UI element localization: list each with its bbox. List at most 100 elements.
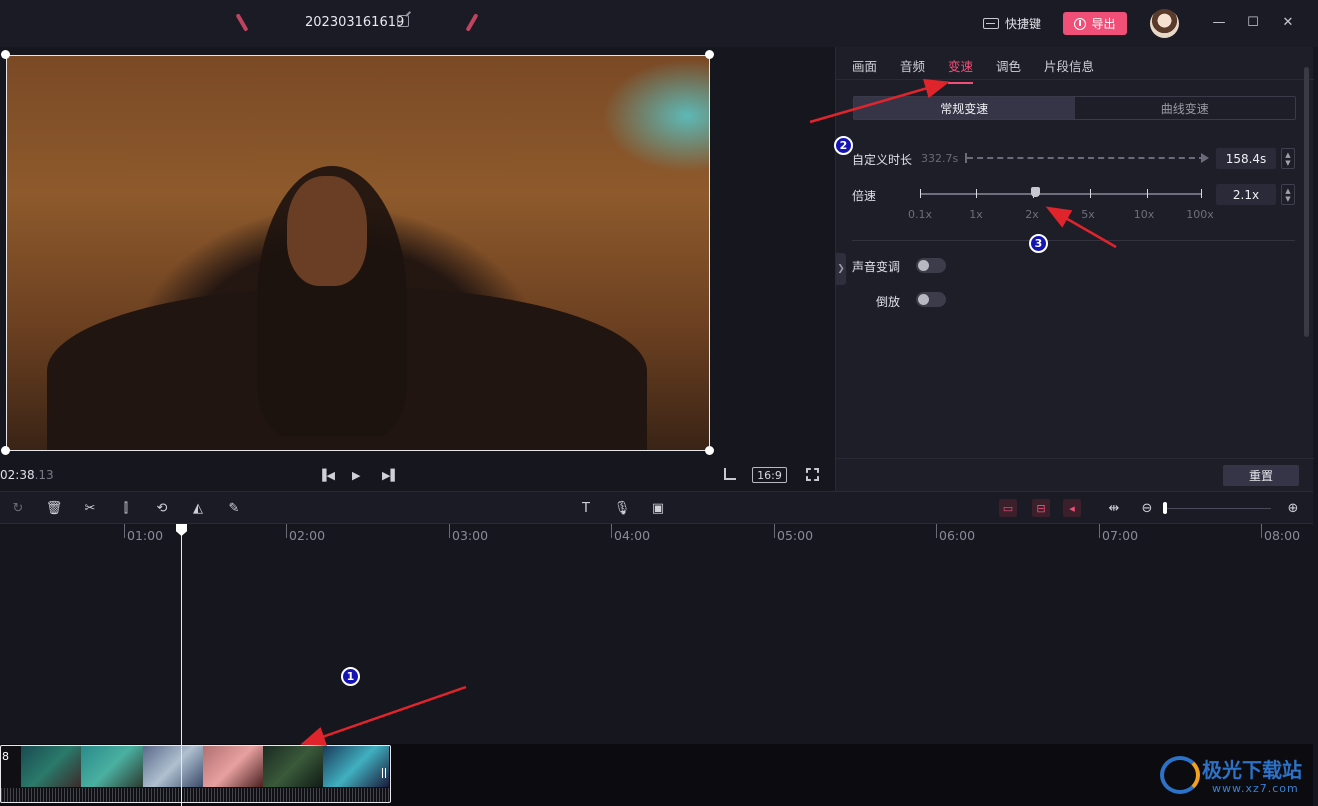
ruler-tick (124, 524, 125, 538)
normal-speed-button[interactable]: 常规变速 (854, 97, 1075, 119)
time-ruler[interactable]: 01:00 02:00 03:00 04:00 05:00 06:00 07:0… (0, 524, 1313, 544)
playhead-line[interactable] (181, 524, 182, 806)
section-divider (852, 240, 1295, 241)
clip-thumbnail (81, 746, 143, 787)
reverse-label: 倒放 (876, 295, 901, 309)
ruler-label: 03:00 (452, 528, 489, 543)
clip-end-handle[interactable] (382, 768, 386, 778)
pitch-label: 声音变调 (852, 260, 901, 274)
resize-handle-top-left[interactable] (1, 50, 10, 59)
speed-slider-thumb[interactable] (1031, 187, 1040, 197)
resize-handle-bottom-right[interactable] (705, 446, 714, 455)
text-recognition-icon[interactable]: T (577, 499, 595, 517)
split-icon[interactable]: ⫿ (117, 499, 135, 517)
fullscreen-icon[interactable] (806, 468, 819, 481)
mirror-icon[interactable]: ◭ (189, 499, 207, 517)
duration-arrow (965, 153, 1209, 163)
avatar[interactable] (1150, 9, 1179, 38)
tab-speed[interactable]: 变速 (948, 56, 974, 84)
tab-clip-info[interactable]: 片段信息 (1044, 56, 1094, 75)
speed-tick-label: 0.1x (907, 208, 933, 221)
curve-speed-button[interactable]: 曲线变速 (1075, 97, 1296, 119)
project-title[interactable]: 202303161619 (305, 15, 404, 30)
speed-input[interactable]: 2.1x (1216, 184, 1276, 205)
shortcut-button[interactable]: 快捷键 (983, 14, 1041, 32)
pitch-toggle[interactable] (916, 258, 946, 273)
clip-thumbnail (323, 746, 389, 787)
zoom-in-icon[interactable]: ⊕ (1284, 499, 1302, 517)
scissors-icon[interactable]: ✂ (81, 499, 99, 517)
timecode: 02:38.13 (0, 468, 54, 482)
zoom-slider-track[interactable] (1165, 508, 1271, 509)
tab-color[interactable]: 调色 (996, 56, 1021, 75)
tab-picture[interactable]: 画面 (852, 56, 877, 75)
freeze-frame-icon[interactable]: ⟲ (153, 499, 171, 517)
auto-snap-icon[interactable]: ⊟ (1032, 499, 1050, 517)
keyboard-icon (983, 17, 999, 29)
reset-button[interactable]: 重置 (1223, 465, 1299, 486)
preview-axis-icon[interactable]: ⇹ (1105, 499, 1123, 517)
export-button[interactable]: 导出 (1063, 12, 1127, 35)
microphone-icon[interactable]: 🎙 (613, 499, 631, 517)
zoom-slider-thumb[interactable] (1163, 502, 1167, 514)
clip-thumbnail (143, 746, 203, 787)
marker-icon[interactable]: ✎ (225, 499, 243, 517)
resize-handle-top-right[interactable] (705, 50, 714, 59)
ruler-label: 04:00 (614, 528, 651, 543)
duration-input[interactable]: 158.4s (1216, 148, 1276, 169)
preview-area: 02:38.13 ▐◀ ▶ ▶▌ 16:9 (0, 47, 835, 491)
speed-tick (976, 189, 977, 198)
linkage-icon[interactable]: ◂ (1063, 499, 1081, 517)
speed-label: 倍速 (852, 189, 877, 203)
clip-audio-waveform (1, 788, 390, 802)
speed-tick (1147, 189, 1148, 198)
panel-tabs: 画面 音频 变速 调色 片段信息 (836, 47, 1314, 84)
crop-icon[interactable] (724, 468, 736, 480)
close-icon[interactable]: ✕ (1280, 14, 1296, 30)
annotation-badge-2: 2 (834, 136, 853, 155)
speed-tick (920, 189, 921, 198)
clip-label: 8 (2, 750, 9, 763)
duration-stepper[interactable]: ▲ ▼ (1281, 148, 1295, 169)
speed-tick (1201, 189, 1202, 198)
shortcut-label: 快捷键 (1005, 16, 1042, 31)
aspect-ratio-button[interactable]: 16:9 (752, 467, 787, 483)
previous-frame-icon[interactable]: ▐◀ (318, 469, 335, 482)
zoom-out-icon[interactable]: ⊖ (1138, 499, 1156, 517)
video-clip[interactable]: 8 (0, 745, 391, 803)
play-icon[interactable]: ▶ (352, 469, 360, 482)
reverse-toggle[interactable] (916, 292, 946, 307)
ruler-tick (449, 524, 450, 538)
ruler-tick (286, 524, 287, 538)
ruler-tick (1099, 524, 1100, 538)
ruler-label: 06:00 (939, 528, 976, 543)
speed-stepper[interactable]: ▲ ▼ (1281, 184, 1295, 205)
panel-scrollbar[interactable] (1304, 67, 1309, 337)
ruler-label: 05:00 (777, 528, 814, 543)
video-frame[interactable] (6, 55, 710, 451)
original-duration: 332.7s (921, 152, 959, 165)
main-track-magnet-icon[interactable]: ▭ (999, 499, 1017, 517)
annotation-badge-3: 3 (1029, 234, 1048, 253)
redo-icon[interactable]: ↻ (9, 499, 27, 517)
resize-handle-bottom-left[interactable] (1, 446, 10, 455)
ruler-tick (611, 524, 612, 538)
clip-thumbnail (21, 746, 81, 787)
ruler-label: 07:00 (1102, 528, 1139, 543)
collapse-panel-icon[interactable]: ❯ (836, 253, 846, 285)
watermark: 极光下载站 www.xz7.com (1160, 752, 1310, 800)
speed-tick-label: 10x (1133, 208, 1155, 221)
timeline[interactable]: 01:00 02:00 03:00 04:00 05:00 06:00 07:0… (0, 524, 1313, 806)
edit-title-icon[interactable] (397, 15, 409, 27)
maximize-icon[interactable]: ☐ (1245, 14, 1261, 30)
decorative-slash-right (465, 13, 479, 32)
delete-icon[interactable]: 🗑 (45, 499, 63, 517)
speed-slider-track[interactable] (920, 189, 1202, 198)
timeline-toolbar: ↻ 🗑 ✂ ⫿ ⟲ ◭ ✎ T 🎙 ▣ ▭ ⊟ ◂ ⇹ ⊖ ⊕ (0, 491, 1313, 524)
watermark-url: www.xz7.com (1212, 782, 1299, 795)
clip-thumbnail (263, 746, 323, 787)
next-frame-icon[interactable]: ▶▌ (382, 469, 399, 482)
tab-audio[interactable]: 音频 (900, 56, 925, 75)
camera-icon[interactable]: ▣ (649, 499, 667, 517)
minimize-icon[interactable]: — (1211, 14, 1227, 30)
